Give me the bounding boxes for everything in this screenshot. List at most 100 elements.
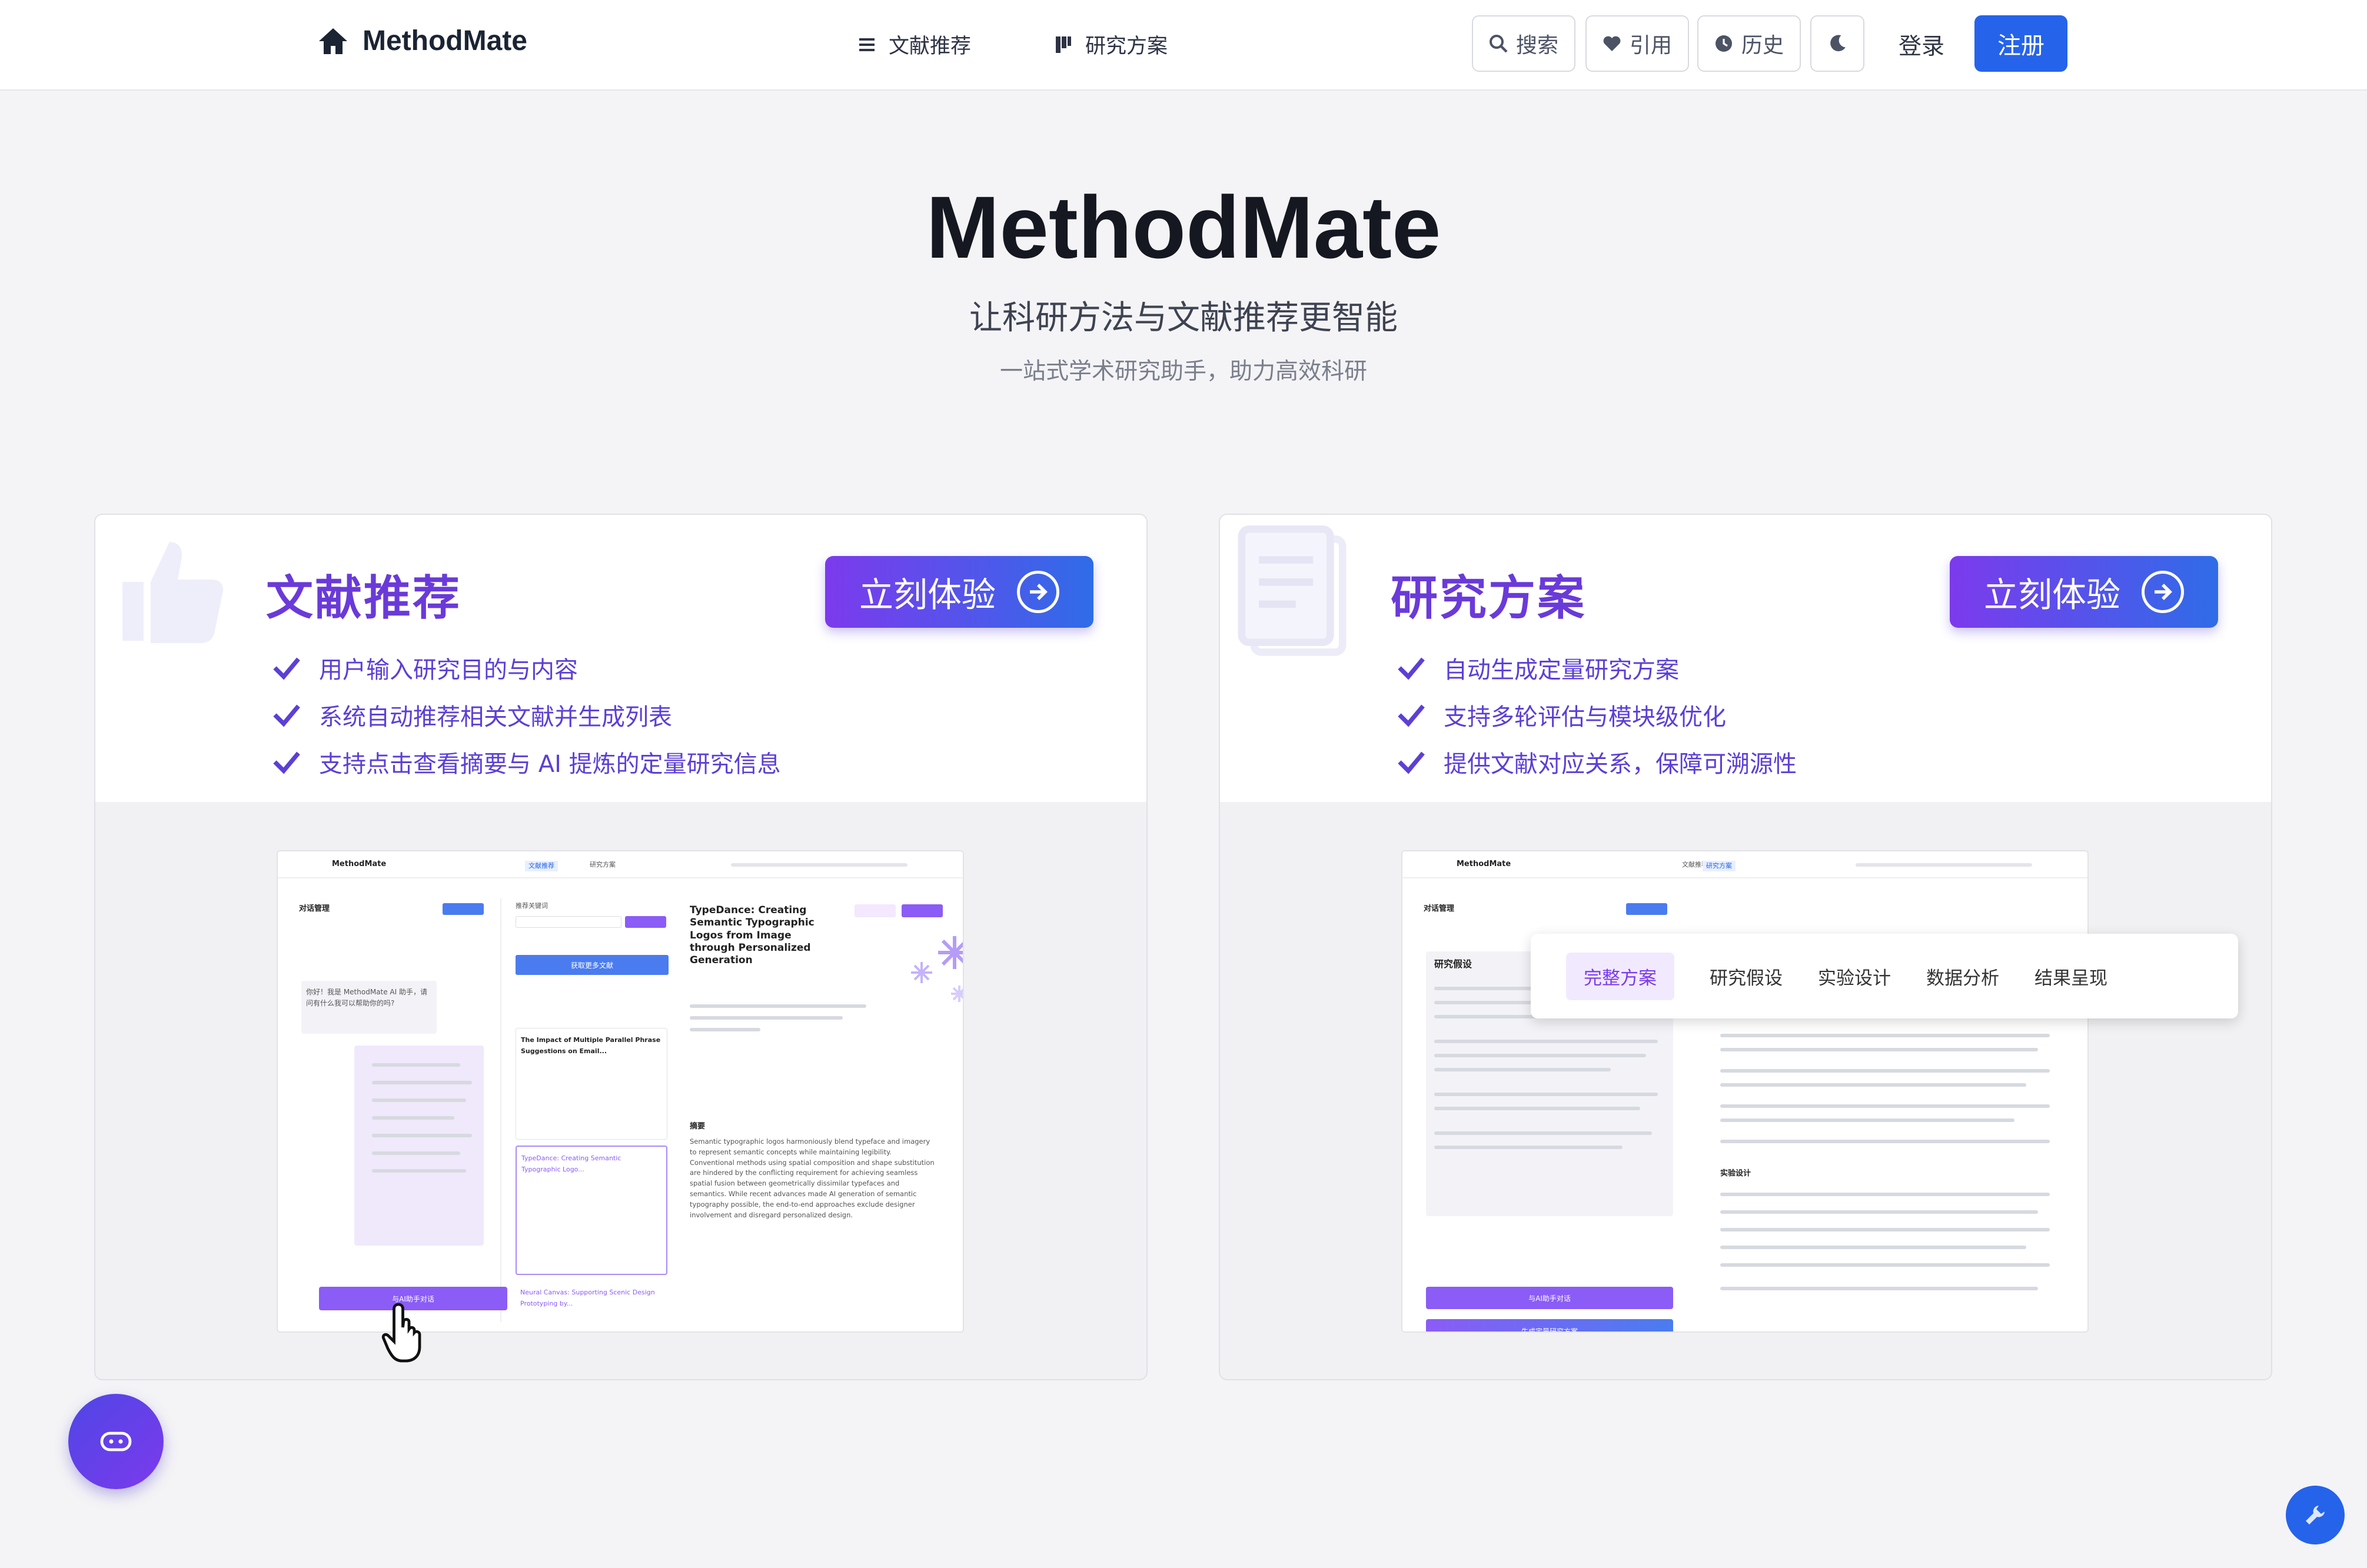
- research-plan-preview-screenshot: MethodMate 文献推荐 研究方案 对话管理 研究假设 与AI助手对话 生…: [1401, 850, 2089, 1333]
- list-icon: [859, 38, 875, 51]
- research-plan-card: 研究方案 立刻体验 自动生成定量研究方案 支持多轮评估与模块级优化 提供文献对应…: [1219, 514, 2272, 1380]
- preview-toolbar: [1856, 863, 2032, 867]
- card-header: 文献推荐 立刻体验 用户输入研究目的与内容 系统自动推荐相关文献并生成列表 支持…: [95, 515, 1146, 802]
- preview-brand: MethodMate: [332, 860, 387, 868]
- plan-tab-full[interactable]: 完整方案: [1566, 952, 1674, 1000]
- heart-icon: [1603, 36, 1621, 51]
- ai-assistant-button[interactable]: [68, 1394, 164, 1489]
- preview-paper-card-selected: TypeDance: Creating Semantic Typographic…: [516, 1146, 667, 1275]
- feature-text: 支持点击查看摘要与 AI 提炼的定量研究信息: [319, 751, 781, 778]
- feature-text: 用户输入研究目的与内容: [319, 657, 578, 684]
- cite-label: 引用: [1629, 34, 1672, 58]
- try-now-label: 立刻体验: [859, 575, 996, 615]
- preview-paper-list: 推荐关键词 获取更多文献 The Impact of Multiple Para…: [513, 898, 672, 1322]
- preview-paper-card: Neural Canvas: Supporting Scenic Design …: [520, 1289, 655, 1307]
- feature-item: 提供文献对应关系，保障可溯源性: [1397, 738, 1797, 785]
- preview-section-title: 研究假设: [1434, 958, 1472, 970]
- preview-user-bubble: [354, 1046, 484, 1246]
- preview-chat-button: 与AI助手对话: [1426, 1287, 1673, 1309]
- preview-fetch-button: 获取更多文献: [516, 955, 669, 975]
- arrow-right-icon: [1017, 571, 1059, 613]
- card-title: 研究方案: [1391, 571, 1586, 625]
- card-title: 文献推荐: [266, 571, 461, 625]
- feature-item: 支持点击查看摘要与 AI 提炼的定量研究信息: [272, 738, 781, 785]
- preview-ai-bubble: 你好！我是 MethodMate AI 助手，请问有什么我可以帮助你的吗?: [301, 981, 437, 1034]
- feature-text: 系统自动推荐相关文献并生成列表: [319, 704, 672, 731]
- plan-tabs-popup: 完整方案 研究假设 实验设计 数据分析 结果呈现: [1531, 934, 2238, 1018]
- preview-new-chat: [443, 903, 484, 915]
- feature-text: 自动生成定量研究方案: [1444, 657, 1679, 684]
- preview-tab: 研究方案: [1703, 861, 1736, 871]
- home-icon: [319, 28, 347, 54]
- login-link[interactable]: 登录: [1899, 28, 1944, 61]
- wrench-icon: [2306, 1506, 2325, 1524]
- sparkle-decoration-icon: [911, 936, 963, 1002]
- literature-card: 文献推荐 立刻体验 用户输入研究目的与内容 系统自动推荐相关文献并生成列表 支持…: [94, 514, 1148, 1380]
- document-icon: [1238, 525, 1347, 656]
- feature-text: 提供文献对应关系，保障可溯源性: [1444, 751, 1797, 778]
- preview-abstract: Semantic typographic logos harmoniously …: [690, 1137, 935, 1219]
- feature-list: 自动生成定量研究方案 支持多轮评估与模块级优化 提供文献对应关系，保障可溯源性: [1397, 644, 1797, 785]
- card-header: 研究方案 立刻体验 自动生成定量研究方案 支持多轮评估与模块级优化 提供文献对应…: [1220, 515, 2271, 802]
- literature-preview-screenshot: MethodMate 文献推荐 研究方案 对话管理 你好！我是 MethodMa…: [277, 850, 964, 1333]
- check-icon: [273, 657, 300, 680]
- book-icon: [1056, 36, 1071, 53]
- check-icon: [1398, 751, 1425, 774]
- preview-tab: 研究方案: [590, 861, 616, 868]
- plan-tab-design[interactable]: 实验设计: [1818, 963, 1891, 990]
- plan-tab-results[interactable]: 结果呈现: [2034, 963, 2107, 990]
- top-navbar: MethodMate 文献推荐 研究方案 搜索 引用 历史 登录 注册: [0, 0, 2367, 91]
- preview-paper-card: The Impact of Multiple Parallel Phrase S…: [516, 1028, 667, 1140]
- brand-name: MethodMate: [363, 25, 527, 56]
- preview-generate-button: 生成定量研究方案: [1426, 1319, 1673, 1331]
- hero-subtitle: 让科研方法与文献推荐更智能: [969, 299, 1398, 337]
- preview-badge: [902, 904, 943, 917]
- cite-button[interactable]: 引用: [1585, 15, 1689, 72]
- try-now-label: 立刻体验: [1983, 575, 2120, 615]
- dev-tools-button[interactable]: [2286, 1486, 2345, 1544]
- register-button[interactable]: 注册: [1974, 15, 2067, 72]
- preview-navbar: MethodMate 文献推荐 研究方案: [1402, 851, 2087, 878]
- preview-chat-panel: 对话管理 你好！我是 MethodMate AI 助手，请问有什么我可以帮助你的…: [295, 898, 507, 1322]
- try-now-button[interactable]: 立刻体验: [1950, 556, 2218, 628]
- check-icon: [1398, 704, 1425, 727]
- preview-abstract-title: 摘要: [690, 1122, 706, 1131]
- dark-mode-toggle[interactable]: [1810, 15, 1864, 72]
- thumbs-up-icon: [122, 542, 224, 643]
- preview-greeting: 你好！我是 MethodMate AI 助手，请问有什么我可以帮助你的吗?: [306, 988, 427, 1007]
- preview-navbar: MethodMate 文献推荐 研究方案: [278, 851, 963, 878]
- nav-link-literature[interactable]: 文献推荐: [858, 29, 971, 59]
- preview-panel-title: 对话管理: [299, 904, 330, 913]
- preview-badge: [855, 904, 896, 917]
- preview-toolbar: [731, 863, 907, 867]
- feature-list: 用户输入研究目的与内容 系统自动推荐相关文献并生成列表 支持点击查看摘要与 AI…: [272, 644, 781, 785]
- plan-tab-analysis[interactable]: 数据分析: [1926, 963, 1999, 990]
- search-label: 搜索: [1515, 34, 1558, 58]
- preview-design-title: 实验设计: [1720, 1169, 1751, 1178]
- search-button[interactable]: 搜索: [1472, 15, 1575, 72]
- preview-brand: MethodMate: [1457, 860, 1511, 868]
- preview-paper-title: TypeDance: Creating Semantic Typographic…: [690, 904, 815, 966]
- brand[interactable]: MethodMate: [318, 25, 527, 57]
- arrow-right-icon: [2142, 571, 2184, 613]
- nav-link-label: 文献推荐: [889, 35, 972, 58]
- clock-icon: [1715, 35, 1732, 52]
- feature-item: 自动生成定量研究方案: [1397, 644, 1797, 691]
- try-now-button[interactable]: 立刻体验: [825, 556, 1093, 628]
- feature-item: 系统自动推荐相关文献并生成列表: [272, 691, 781, 738]
- hero-description: 一站式学术研究助手，助力高效科研: [999, 358, 1367, 385]
- feature-item: 用户输入研究目的与内容: [272, 644, 781, 691]
- check-icon: [273, 751, 300, 774]
- search-icon: [1489, 35, 1508, 53]
- history-label: 历史: [1741, 34, 1784, 58]
- feature-item: 支持多轮评估与模块级优化: [1397, 691, 1797, 738]
- preview-tab: 文献推荐: [525, 861, 558, 871]
- nav-link-research-plan[interactable]: 研究方案: [1055, 29, 1168, 59]
- hero-title: MethodMate: [926, 178, 1441, 277]
- nav-link-label: 研究方案: [1085, 35, 1168, 58]
- plan-tab-hypothesis[interactable]: 研究假设: [1710, 963, 1783, 990]
- check-icon: [1398, 657, 1425, 680]
- feature-text: 支持多轮评估与模块级优化: [1444, 704, 1726, 731]
- history-button[interactable]: 历史: [1697, 15, 1801, 72]
- preview-list-title: 推荐关键词: [516, 902, 548, 910]
